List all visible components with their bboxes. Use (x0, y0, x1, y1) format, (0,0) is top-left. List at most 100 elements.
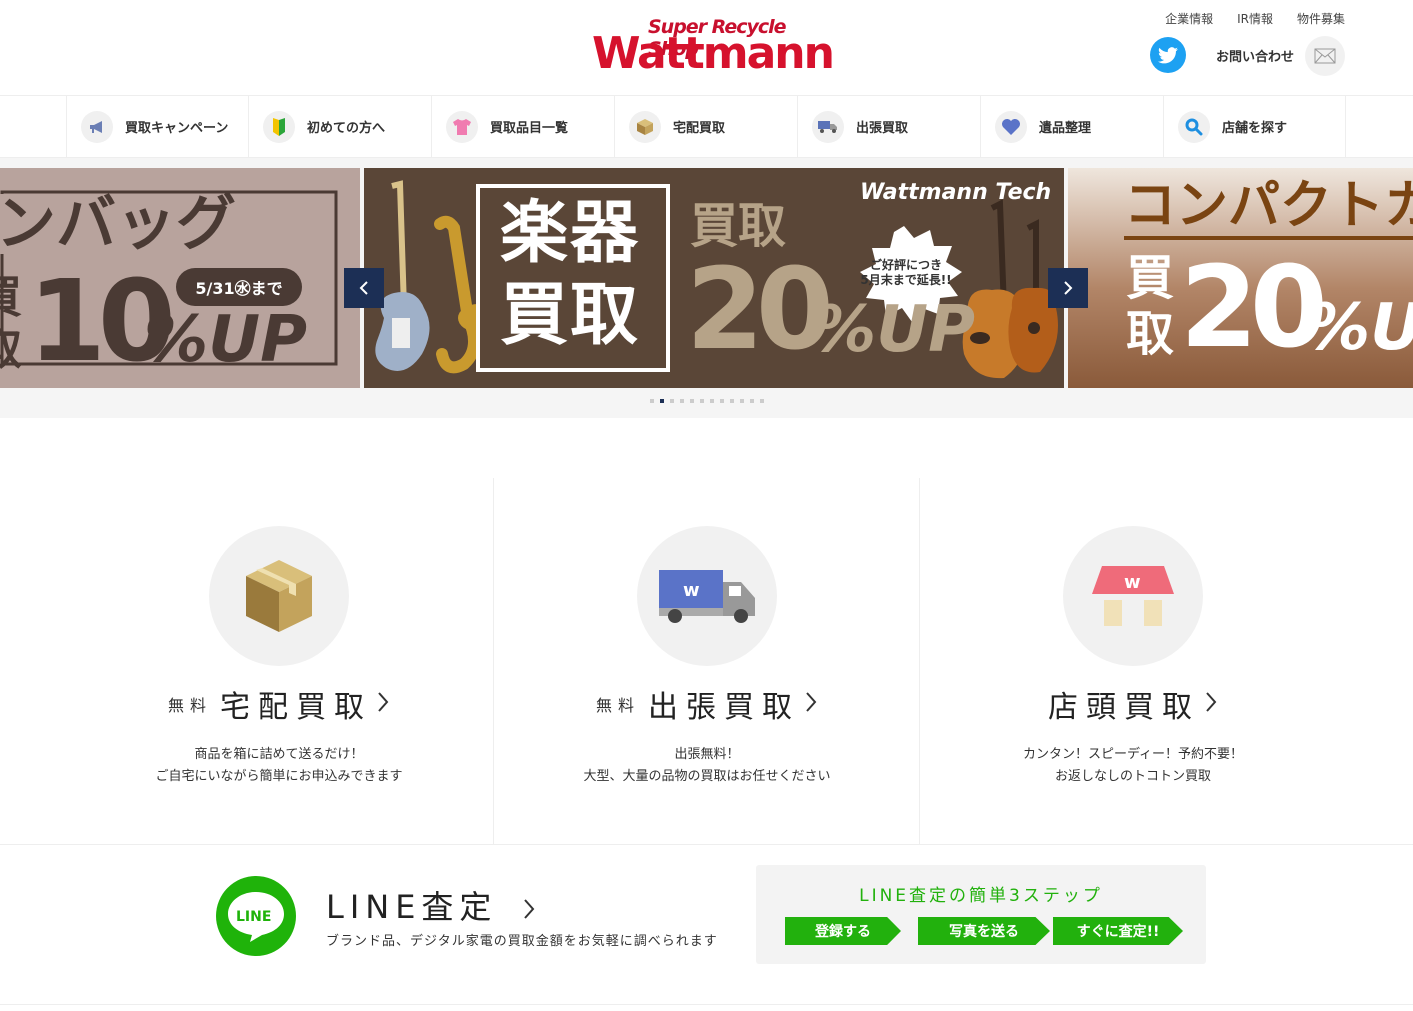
carousel-slide-compact[interactable]: コンパクトカ 買 取 20 %UP (1068, 168, 1413, 388)
line-appraisal-title[interactable]: LINE査定 (326, 882, 536, 928)
section-divider (0, 844, 1413, 845)
nav-item-campaign[interactable]: 買取キャンペーン (66, 96, 248, 157)
beginner-mark-icon (263, 110, 295, 143)
carousel-dot[interactable] (719, 399, 724, 403)
chevron-right-icon (1064, 281, 1073, 295)
box-icon (629, 110, 661, 143)
line-logo-icon[interactable]: LINE (216, 876, 296, 956)
slide-purchase-kanji: 買取 (500, 276, 641, 355)
svg-text:w: w (683, 580, 700, 601)
nav-label: 初めての方へ (307, 121, 386, 136)
carousel-dot[interactable] (679, 399, 684, 403)
page-bottom-divider (0, 1004, 1413, 1005)
nav-label: 買取品目一覧 (490, 121, 569, 136)
store-icon: w (1063, 526, 1203, 666)
heart-icon (995, 110, 1027, 143)
chevron-right-icon (376, 691, 390, 717)
logo-wordmark: Wattmann (592, 28, 835, 79)
desc-line: 商品を箱に詰めて送るだけ！ (194, 747, 364, 762)
service-visit[interactable]: w 無料 出張買取 出張無料！ 大型、大量の品物の買取はお任せください (493, 478, 919, 844)
nav-item-first-time[interactable]: 初めての方へ (248, 96, 431, 157)
svg-text:w: w (1124, 572, 1141, 593)
nav-item-find-store[interactable]: 店舗を探す (1163, 96, 1346, 157)
steps-title: LINE査定の簡単3ステップ (859, 886, 1103, 906)
slide-unit: %UP (812, 293, 975, 367)
service-description: 出張無料！ 大型、大量の品物の買取はお任せください (494, 744, 920, 788)
twitter-icon[interactable] (1150, 37, 1186, 73)
carousel-slide-instruments[interactable]: 楽器 買取 買取 20 %UP ご好評につき 5月末まで延長!! Wattman… (364, 168, 1064, 388)
carousel-next-button[interactable] (1048, 268, 1088, 308)
step-appraise[interactable]: すぐに査定!! (1053, 917, 1183, 945)
carousel-dot[interactable] (729, 399, 734, 403)
carousel-prev-button[interactable] (344, 268, 384, 308)
carousel-dot[interactable] (689, 399, 694, 403)
service-delivery[interactable]: 無料 宅配買取 商品を箱に詰めて送るだけ！ ご自宅にいながら簡単にお申込みできます (66, 478, 492, 844)
service-name: 出張買取 (648, 690, 800, 725)
hero-carousel: ンバッグ 買 取 10 %UP 5/31㊌まで 楽器 (0, 158, 1413, 418)
service-options: 無料 宅配買取 商品を箱に詰めて送るだけ！ ご自宅にいながら簡単にお申込みできます… (0, 478, 1413, 844)
nav-label: 店舗を探す (1222, 121, 1288, 136)
step-send-photo[interactable]: 写真を送る (918, 917, 1050, 945)
service-description: 商品を箱に詰めて送るだけ！ ご自宅にいながら簡単にお申込みできます (66, 744, 492, 788)
carousel-dots (0, 399, 1413, 403)
carousel-dot[interactable] (709, 399, 714, 403)
search-icon (1178, 110, 1210, 143)
slide-burst-text: ご好評につき 5月末まで延長!! (860, 258, 952, 287)
service-title[interactable]: 無料 宅配買取 (66, 682, 492, 726)
service-store[interactable]: w 店頭買取 カンタン！スピーディー！予約不要！ お返しなしのトコトン買取 (919, 478, 1345, 844)
slide-label: 買取 (690, 198, 787, 254)
slide-kanji-take: 取 (1126, 306, 1175, 362)
nav-label: 宅配買取 (673, 121, 726, 136)
chevron-left-icon (359, 281, 368, 295)
carousel-dot[interactable] (669, 399, 674, 403)
desc-line: 大型、大量の品物の買取はお任せください (583, 769, 831, 784)
service-name: 店頭買取 (1048, 690, 1200, 725)
line-steps-panel: LINE査定の簡単3ステップ 登録する 写真を送る すぐに査定!! (756, 865, 1206, 964)
step-register[interactable]: 登録する (785, 917, 901, 945)
slide-brand: Wattmann Tech (860, 180, 1052, 205)
carousel-dot[interactable] (759, 399, 764, 403)
nav-item-estate-cleanup[interactable]: 遺品整理 (980, 96, 1163, 157)
carousel-slide-bag[interactable]: ンバッグ 買 取 10 %UP 5/31㊌まで (0, 168, 360, 388)
slide-headline: ンバッグ (0, 194, 244, 254)
carousel-dot[interactable] (659, 399, 664, 403)
slide-big-number: 20 (1180, 243, 1328, 373)
service-title[interactable]: 無料 出張買取 (494, 682, 920, 726)
line-description: ブランド品、デジタル家電の買取金額をお気軽に調べられます (326, 934, 718, 949)
carousel-dot[interactable] (649, 399, 654, 403)
slide-instrument-kanji: 楽器 (500, 194, 641, 273)
top-links: 企業情報 IR情報 物件募集 (1165, 10, 1345, 27)
carousel-dot[interactable] (699, 399, 704, 403)
nav-item-purchase-items[interactable]: 買取品目一覧 (431, 96, 614, 157)
chevron-right-icon (804, 691, 818, 717)
desc-line: お返しなしのトコトン買取 (1054, 769, 1211, 784)
slide-kanji-buy: 買 (1126, 250, 1175, 306)
desc-line: カンタン！スピーディー！予約不要！ (1022, 747, 1244, 762)
link-ir-info[interactable]: IR情報 (1237, 10, 1273, 27)
line-logo-text: LINE (236, 909, 271, 925)
service-description: カンタン！スピーディー！予約不要！ お返しなしのトコトン買取 (920, 744, 1346, 788)
service-title[interactable]: 店頭買取 (920, 682, 1346, 726)
carousel-dot[interactable] (749, 399, 754, 403)
line-title-text: LINE査定 (326, 888, 498, 926)
slide-unit: %UP (144, 303, 307, 377)
site-logo[interactable]: Super Recycle Shop Wattmann (590, 14, 835, 76)
main-nav: 買取キャンペーン 初めての方へ 買取品目一覧 宅配買取 出張買取 遺品整理 店舗… (0, 96, 1413, 158)
nav-label: 買取キャンペーン (125, 121, 229, 136)
link-property-recruit[interactable]: 物件募集 (1297, 10, 1345, 27)
tshirt-icon (446, 110, 478, 143)
nav-item-delivery-purchase[interactable]: 宅配買取 (614, 96, 797, 157)
slide-deadline-badge: 5/31㊌まで (176, 268, 302, 306)
carousel-dot[interactable] (739, 399, 744, 403)
mail-icon[interactable] (1305, 36, 1345, 76)
truck-icon (812, 110, 844, 143)
nav-label: 出張買取 (856, 121, 909, 136)
delivery-truck-icon: w (637, 526, 777, 666)
contact-link[interactable]: お問い合わせ (1216, 46, 1294, 65)
nav-item-visit-purchase[interactable]: 出張買取 (797, 96, 980, 157)
slide-big-number: 20 (686, 245, 834, 375)
desc-line: 出張無料！ (674, 747, 740, 762)
slide-unit: %UP (1306, 291, 1413, 365)
service-name: 宅配買取 (220, 690, 372, 725)
link-company-info[interactable]: 企業情報 (1165, 10, 1213, 27)
